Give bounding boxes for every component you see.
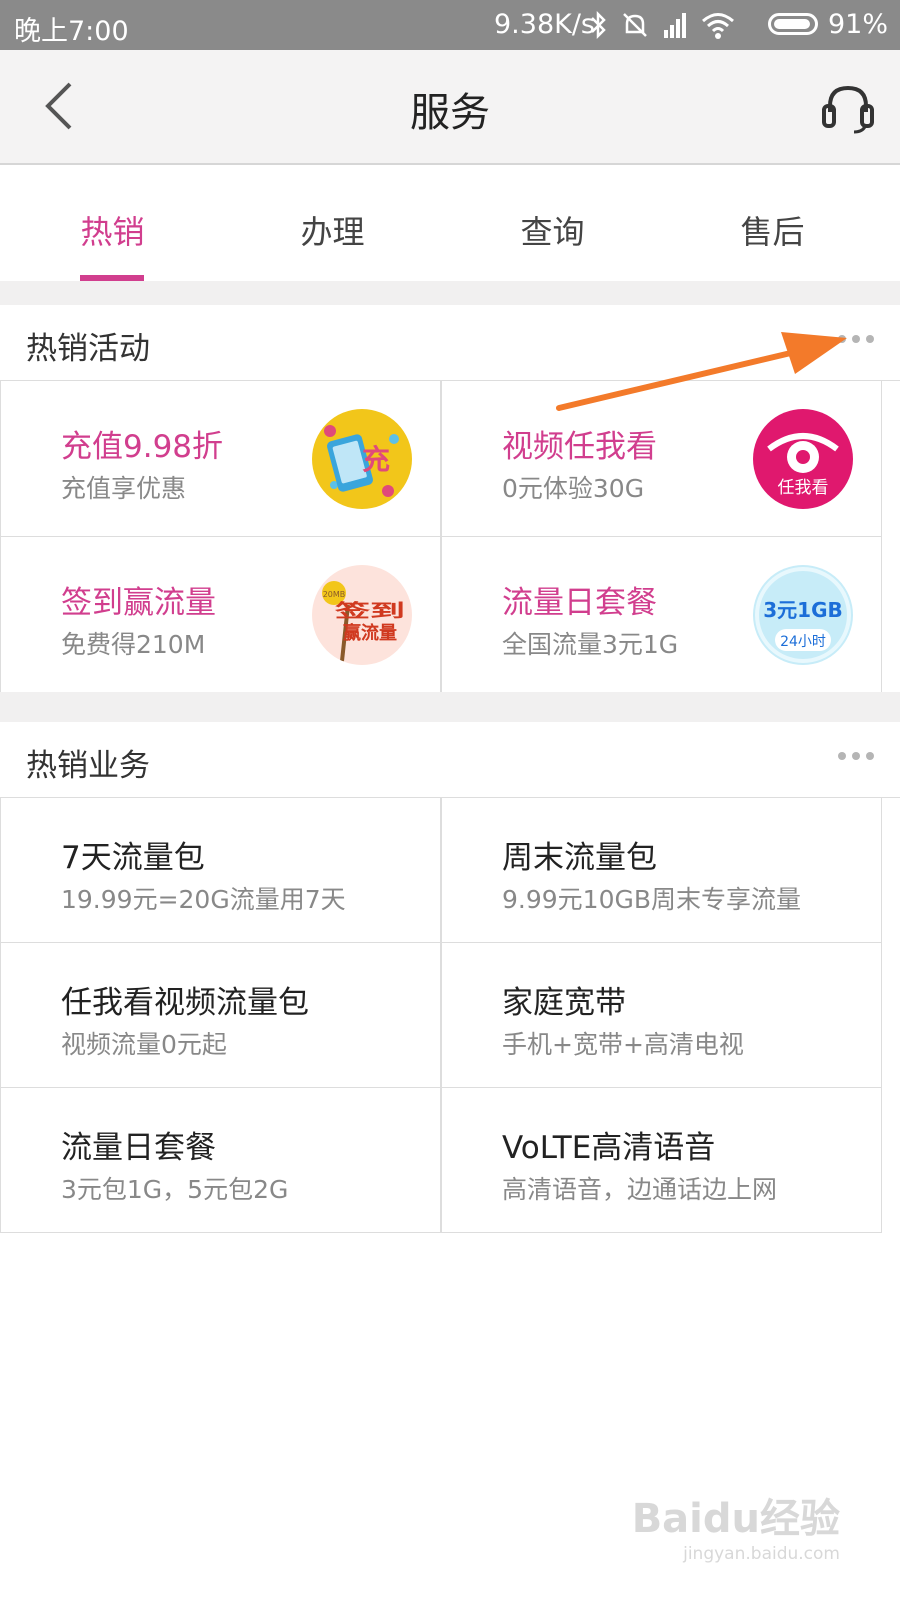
card-subtitle: 全国流量3元1G xyxy=(502,630,679,659)
annotation-arrow-icon xyxy=(556,332,847,411)
card-subtitle: 0元体验30G xyxy=(502,474,645,503)
card-subtitle: 高清语音，边通话边上网 xyxy=(502,1175,778,1204)
hot-business-grid: 7天流量包 19.99元=20G流量用7天 周末流量包 9.99元10GB周末专… xyxy=(0,797,900,1233)
card-title: 流量日套餐 xyxy=(502,585,657,621)
status-time: 晚上7:00 xyxy=(14,16,129,47)
card-subtitle: 9.99元10GB周末专享流量 xyxy=(502,885,801,914)
daily-plan-badge-icon: 3元1GB 24小时 xyxy=(753,565,853,665)
alarm-off-icon xyxy=(623,13,647,37)
business-card[interactable]: 周末流量包 9.99元10GB周末专享流量 xyxy=(441,798,882,943)
watermark: Baidu经验 jingyan.baidu.com xyxy=(632,1486,840,1564)
tab-handle[interactable]: 办理 xyxy=(220,207,445,253)
section-divider xyxy=(0,692,900,722)
business-card[interactable]: 任我看视频流量包 视频流量0元起 xyxy=(0,943,441,1088)
card-title: 周末流量包 xyxy=(502,840,657,876)
card-subtitle: 充值享优惠 xyxy=(61,474,187,503)
activity-card-checkin[interactable]: 签到赢流量 免费得210M 20MB 签到 赢流量 xyxy=(0,537,441,693)
top-bar: 服务 xyxy=(0,50,900,165)
activity-card-daily-plan[interactable]: 流量日套餐 全国流量3元1G 3元1GB 24小时 xyxy=(441,537,882,693)
card-title: 充值9.98折 xyxy=(61,429,224,465)
page-title: 服务 xyxy=(410,90,490,136)
svg-text:3元1GB: 3元1GB xyxy=(763,598,843,622)
svg-text:24小时: 24小时 xyxy=(780,634,826,650)
watermark-brand: Baidu经验 xyxy=(631,1496,840,1542)
card-subtitle: 3元包1G，5元包2G xyxy=(61,1175,289,1204)
headset-icon[interactable] xyxy=(818,78,878,138)
recharge-badge-icon: 充 xyxy=(312,409,412,509)
tab-query[interactable]: 查询 xyxy=(440,207,665,253)
card-subtitle: 19.99元=20G流量用7天 xyxy=(61,885,346,914)
battery-icon xyxy=(768,13,818,35)
business-card[interactable]: 7天流量包 19.99元=20G流量用7天 xyxy=(0,798,441,943)
tab-after-sale[interactable]: 售后 xyxy=(660,207,885,253)
video-badge-icon: 任我看 xyxy=(753,409,853,509)
signal-icon xyxy=(664,13,686,38)
card-title: 家庭宽带 xyxy=(502,985,626,1021)
card-title: 签到赢流量 xyxy=(61,585,216,621)
status-bar: 晚上7:00 9.38K/s 91% xyxy=(0,0,900,50)
battery-level: 91% xyxy=(827,9,888,40)
wifi-icon xyxy=(702,13,734,39)
card-subtitle: 免费得210M xyxy=(61,630,206,659)
network-speed: 9.38K/s xyxy=(494,9,595,40)
svg-text:赢流量: 赢流量 xyxy=(343,622,397,644)
tab-bar: 热销 办理 查询 售后 xyxy=(0,167,900,281)
card-title: 流量日套餐 xyxy=(61,1130,216,1166)
checkin-badge-icon: 20MB 签到 赢流量 xyxy=(312,565,412,665)
watermark-url: jingyan.baidu.com xyxy=(683,1544,840,1564)
card-title: 7天流量包 xyxy=(61,840,205,876)
card-title: VoLTE高清语音 xyxy=(502,1130,716,1166)
card-subtitle: 手机+宽带+高清电视 xyxy=(502,1030,744,1059)
card-title: 任我看视频流量包 xyxy=(61,985,309,1021)
svg-text:签到: 签到 xyxy=(333,600,405,622)
section-divider xyxy=(0,281,900,305)
more-icon[interactable] xyxy=(838,752,874,762)
bluetooth-icon xyxy=(591,11,606,39)
section-title: 热销业务 xyxy=(26,748,150,784)
card-title: 视频任我看 xyxy=(502,429,657,465)
tab-hot[interactable]: 热销 xyxy=(0,207,225,253)
svg-text:20MB: 20MB xyxy=(323,590,346,599)
svg-text:充: 充 xyxy=(362,443,390,476)
business-card[interactable]: 家庭宽带 手机+宽带+高清电视 xyxy=(441,943,882,1088)
svg-text:任我看: 任我看 xyxy=(778,478,829,498)
card-subtitle: 视频流量0元起 xyxy=(61,1030,227,1059)
hot-business-header: 热销业务 xyxy=(0,722,900,797)
hot-activities-grid: 充值9.98折 充值享优惠 充 视频任我看 0元体验30G 任我看 签到赢流量 … xyxy=(0,380,900,693)
activity-card-recharge[interactable]: 充值9.98折 充值享优惠 充 xyxy=(0,381,441,537)
business-card[interactable]: 流量日套餐 3元包1G，5元包2G xyxy=(0,1088,441,1233)
section-title: 热销活动 xyxy=(26,331,150,367)
business-card[interactable]: VoLTE高清语音 高清语音，边通话边上网 xyxy=(441,1088,882,1233)
